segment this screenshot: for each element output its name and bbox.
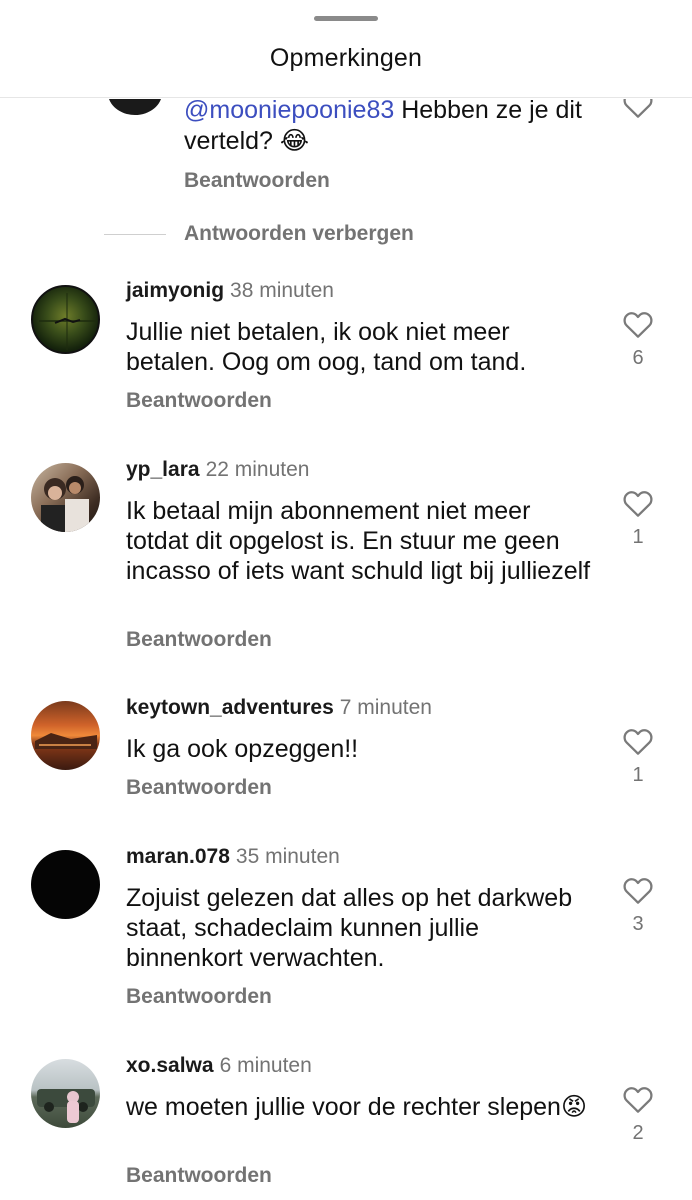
divider bbox=[104, 234, 166, 235]
timestamp: 22 minuten bbox=[205, 458, 310, 481]
comment-text: we moeten jullie voor de rechter slepen😡 bbox=[126, 1093, 588, 1121]
avatar-image bbox=[35, 733, 97, 749]
username[interactable]: xo.salwa bbox=[126, 1054, 214, 1077]
like-button[interactable] bbox=[622, 99, 654, 119]
reply-button[interactable]: Beantwoorden bbox=[126, 389, 272, 413]
avatar-image bbox=[37, 1089, 95, 1123]
timestamp: 35 minuten bbox=[235, 845, 340, 868]
drag-handle[interactable] bbox=[314, 16, 378, 21]
reply-button[interactable]: Beantwoorden bbox=[126, 985, 272, 1009]
comment-list[interactable]: @mooniepoonie83 Hebben ze je dit verteld… bbox=[0, 99, 692, 1200]
comment-meta: keytown_adventures 7 minuten bbox=[126, 696, 432, 720]
comment-text: Jullie niet betalen, ik ook niet meer be… bbox=[126, 318, 527, 376]
comment-meta: yp_lara 22 minuten bbox=[126, 458, 309, 482]
like-count: 6 bbox=[632, 347, 644, 369]
like-button[interactable]: 6 bbox=[620, 309, 656, 370]
comment-meta: xo.salwa 6 minuten bbox=[126, 1054, 312, 1078]
like-button[interactable]: 2 bbox=[620, 1084, 656, 1145]
like-button[interactable]: 1 bbox=[620, 726, 656, 787]
comment-text: Ik ga ook opzeggen!! bbox=[126, 735, 359, 763]
heart-icon bbox=[623, 491, 653, 517]
avatar-image bbox=[41, 476, 89, 532]
like-count: 1 bbox=[632, 764, 644, 786]
mention-link[interactable]: @mooniepoonie83 bbox=[184, 99, 394, 124]
like-count: 3 bbox=[632, 913, 644, 935]
timestamp: 6 minuten bbox=[219, 1054, 312, 1077]
reply-button[interactable]: Beantwoorden bbox=[126, 776, 272, 800]
like-count: 2 bbox=[632, 1122, 644, 1144]
avatar-image bbox=[39, 293, 96, 350]
avatar[interactable] bbox=[108, 99, 162, 115]
username[interactable]: jaimyonig bbox=[126, 279, 224, 302]
heart-icon bbox=[623, 312, 653, 338]
avatar[interactable] bbox=[31, 285, 100, 354]
timestamp: 7 minuten bbox=[339, 696, 432, 719]
reply-text: @mooniepoonie83 Hebben ze je dit verteld… bbox=[184, 99, 604, 157]
heart-icon bbox=[623, 1087, 653, 1113]
heart-icon bbox=[623, 729, 653, 755]
reply-button[interactable]: Beantwoorden bbox=[126, 628, 272, 652]
reply-button[interactable]: Beantwoorden bbox=[126, 1164, 272, 1188]
avatar[interactable] bbox=[31, 701, 100, 770]
page-title: Opmerkingen bbox=[269, 44, 423, 72]
avatar[interactable] bbox=[31, 463, 100, 532]
reply-button[interactable]: Beantwoorden bbox=[184, 169, 330, 193]
heart-icon bbox=[623, 99, 653, 118]
avatar[interactable] bbox=[31, 850, 100, 919]
like-button[interactable]: 1 bbox=[620, 488, 656, 549]
timestamp: 38 minuten bbox=[230, 279, 334, 302]
comment-meta: jaimyonig 38 minuten bbox=[126, 279, 334, 303]
like-count: 1 bbox=[632, 526, 644, 548]
comments-sheet: Opmerkingen @mooniepoonie83 Hebben ze je… bbox=[0, 0, 692, 1200]
like-button[interactable]: 3 bbox=[620, 875, 656, 936]
heart-icon bbox=[623, 878, 653, 904]
comment-meta: maran.078 35 minuten bbox=[126, 845, 340, 869]
sheet-header: Opmerkingen bbox=[0, 0, 692, 98]
username[interactable]: keytown_adventures bbox=[126, 696, 334, 719]
username[interactable]: maran.078 bbox=[126, 845, 230, 868]
avatar[interactable] bbox=[31, 1059, 100, 1128]
comment-text: Zojuist gelezen dat alles op het darkweb… bbox=[126, 884, 573, 972]
username[interactable]: yp_lara bbox=[126, 458, 200, 481]
hide-replies-button[interactable]: Antwoorden verbergen bbox=[184, 222, 414, 246]
comment-text: Ik betaal mijn abonnement niet meer totd… bbox=[126, 497, 591, 585]
